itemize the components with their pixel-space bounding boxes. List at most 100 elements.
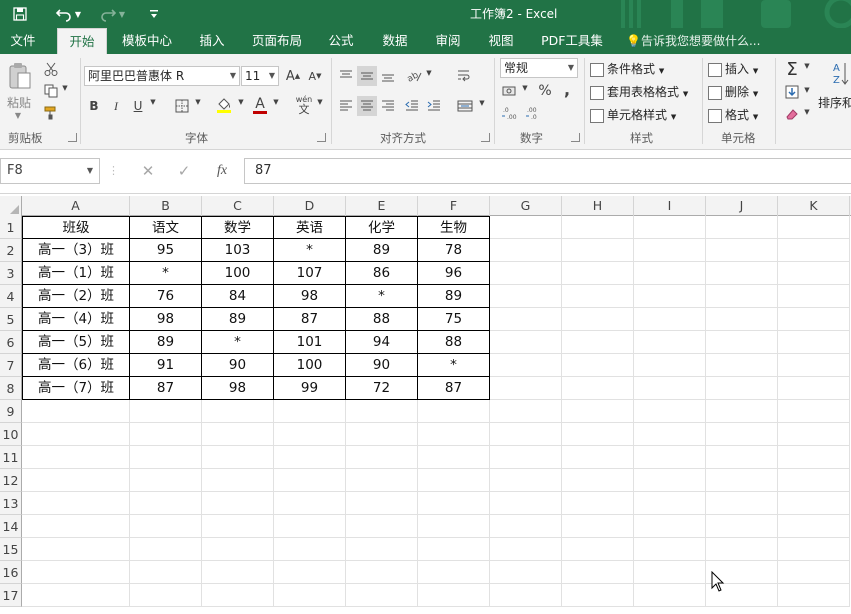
cell-j12[interactable] [706, 469, 778, 492]
sum-dropdown-icon[interactable]: ▼ [802, 62, 812, 70]
cell-a2[interactable]: 高一（3）班 [22, 239, 130, 262]
row-header-8[interactable]: 8 [0, 377, 22, 400]
tab-formulas[interactable]: 公式 [320, 28, 362, 54]
cell-j11[interactable] [706, 446, 778, 469]
cell-g5[interactable] [490, 308, 562, 331]
cell-d11[interactable] [274, 446, 346, 469]
cell-c1[interactable]: 数学 [202, 216, 274, 239]
cell-f14[interactable] [418, 515, 490, 538]
alignment-launcher-icon[interactable] [481, 133, 490, 142]
cell-j8[interactable] [706, 377, 778, 400]
cell-k15[interactable] [778, 538, 850, 561]
row-header-6[interactable]: 6 [0, 331, 22, 354]
column-header-h[interactable]: H [562, 196, 634, 216]
cell-j3[interactable] [706, 262, 778, 285]
cell-e17[interactable] [346, 584, 418, 607]
copy-dropdown-icon[interactable]: ▼ [60, 84, 70, 92]
cell-c14[interactable] [202, 515, 274, 538]
tab-pdf-tools[interactable]: PDF工具集 [533, 28, 611, 54]
column-header-i[interactable]: I [634, 196, 706, 216]
cell-c6[interactable]: * [202, 331, 274, 354]
cell-j1[interactable] [706, 216, 778, 239]
cell-a12[interactable] [22, 469, 130, 492]
column-header-j[interactable]: J [706, 196, 778, 216]
tab-page-layout[interactable]: 页面布局 [245, 28, 309, 54]
cell-c17[interactable] [202, 584, 274, 607]
cell-f16[interactable] [418, 561, 490, 584]
row-header-15[interactable]: 15 [0, 538, 22, 561]
cell-g12[interactable] [490, 469, 562, 492]
format-painter-icon[interactable] [42, 104, 60, 122]
undo-dropdown-icon[interactable]: ▼ [72, 2, 84, 26]
redo-dropdown-icon[interactable]: ▼ [116, 2, 128, 26]
accounting-dropdown-icon[interactable]: ▼ [520, 84, 530, 92]
delete-cells-button[interactable]: 删除 ▼ [708, 83, 758, 100]
cell-h2[interactable] [562, 239, 634, 262]
cell-g3[interactable] [490, 262, 562, 285]
fill-color-icon[interactable] [214, 94, 234, 116]
cell-a9[interactable] [22, 400, 130, 423]
cell-k16[interactable] [778, 561, 850, 584]
cell-g7[interactable] [490, 354, 562, 377]
cell-j13[interactable] [706, 492, 778, 515]
cell-d1[interactable]: 英语 [274, 216, 346, 239]
row-header-10[interactable]: 10 [0, 423, 22, 446]
cell-i8[interactable] [634, 377, 706, 400]
cell-c12[interactable] [202, 469, 274, 492]
cell-a4[interactable]: 高一（2）班 [22, 285, 130, 308]
cell-c15[interactable] [202, 538, 274, 561]
cell-i13[interactable] [634, 492, 706, 515]
increase-font-icon[interactable]: A ▲ [284, 67, 302, 85]
cell-f9[interactable] [418, 400, 490, 423]
formula-input[interactable]: 87 [244, 158, 851, 184]
cell-h8[interactable] [562, 377, 634, 400]
row-header-11[interactable]: 11 [0, 446, 22, 469]
cell-d10[interactable] [274, 423, 346, 446]
merge-dropdown-icon[interactable]: ▼ [477, 99, 487, 107]
clipboard-launcher-icon[interactable] [68, 133, 77, 142]
row-header-17[interactable]: 17 [0, 584, 22, 607]
decrease-decimal-icon[interactable]: .00.0 [524, 104, 544, 122]
format-cells-button[interactable]: 格式 ▼ [708, 106, 758, 123]
cell-d5[interactable]: 87 [274, 308, 346, 331]
cell-j15[interactable] [706, 538, 778, 561]
cell-e6[interactable]: 94 [346, 331, 418, 354]
cell-f4[interactable]: 89 [418, 285, 490, 308]
increase-decimal-icon[interactable]: .0.00 [500, 104, 520, 122]
wrap-text-icon[interactable] [455, 66, 475, 86]
cell-g15[interactable] [490, 538, 562, 561]
phonetic-icon[interactable]: wén 文 [293, 94, 315, 116]
fill-dropdown-icon[interactable]: ▼ [802, 86, 812, 94]
orientation-icon[interactable]: ab [404, 66, 424, 86]
clear-icon[interactable] [782, 104, 802, 124]
cell-f1[interactable]: 生物 [418, 216, 490, 239]
worksheet-grid[interactable]: ABCDEFGHIJK 1 班级 语文 数学 英语 化学 生物 2 高一（3）班 95 103 * 89… [0, 196, 851, 614]
cell-j5[interactable] [706, 308, 778, 331]
cancel-icon[interactable]: ✕ [136, 158, 160, 184]
cell-d4[interactable]: 98 [274, 285, 346, 308]
sort-filter-button[interactable]: 排序和 [818, 94, 851, 111]
insert-cells-button[interactable]: 插入 ▼ [708, 60, 758, 77]
increase-indent-icon[interactable] [424, 96, 444, 116]
cell-c2[interactable]: 103 [202, 239, 274, 262]
cell-b12[interactable] [130, 469, 202, 492]
cell-c16[interactable] [202, 561, 274, 584]
cell-a11[interactable] [22, 446, 130, 469]
cell-h14[interactable] [562, 515, 634, 538]
cell-i16[interactable] [634, 561, 706, 584]
cell-f6[interactable]: 88 [418, 331, 490, 354]
cell-b15[interactable] [130, 538, 202, 561]
cell-g10[interactable] [490, 423, 562, 446]
cell-k17[interactable] [778, 584, 850, 607]
cell-h1[interactable] [562, 216, 634, 239]
cell-d7[interactable]: 100 [274, 354, 346, 377]
align-right-icon[interactable] [378, 96, 398, 116]
italic-button[interactable]: I [108, 96, 124, 116]
number-format-select[interactable]: 常规 ▼ [500, 58, 578, 78]
cell-j10[interactable] [706, 423, 778, 446]
fill-icon[interactable] [782, 82, 802, 102]
row-header-3[interactable]: 3 [0, 262, 22, 285]
cell-k4[interactable] [778, 285, 850, 308]
column-header-d[interactable]: D [274, 196, 346, 216]
cell-i6[interactable] [634, 331, 706, 354]
